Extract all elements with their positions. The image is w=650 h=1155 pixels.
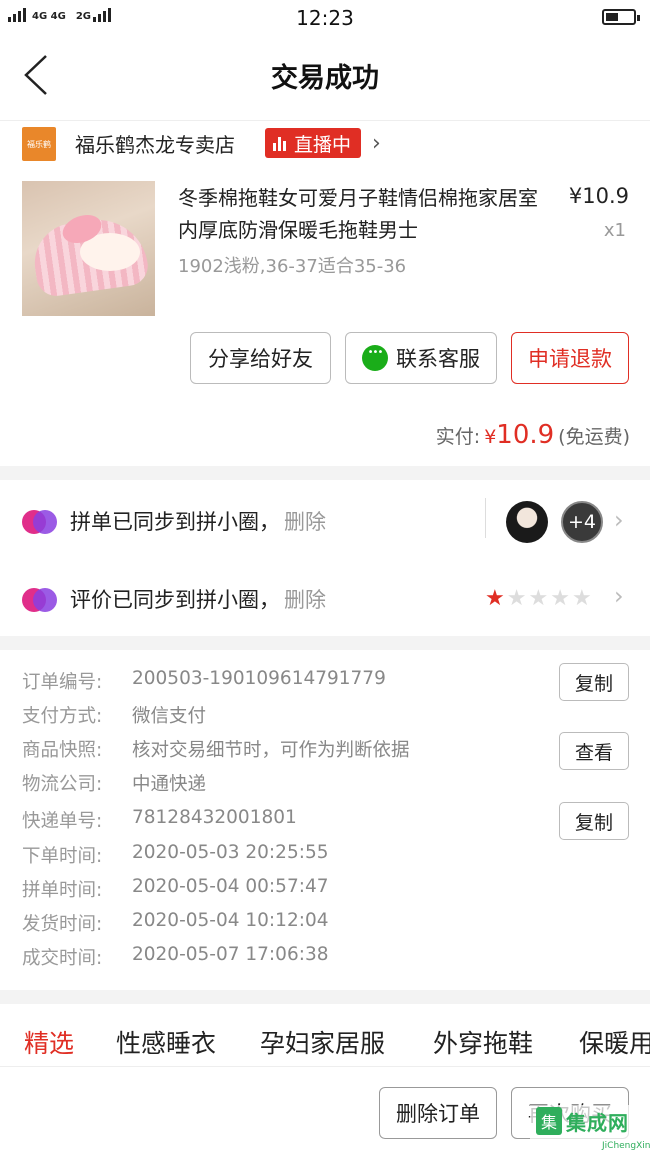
payment-currency: ¥ [484,426,497,448]
deal-time-row: 成交时间: 2020-05-07 17:06:38 [22,944,328,974]
product-quantity: x1 [603,220,626,241]
share-button[interactable]: 分享给好友 [190,332,331,384]
info-key: 商品快照: [22,740,103,761]
star-icon: ★ [550,586,570,611]
product-image[interactable] [22,181,155,316]
info-key: 发货时间: [22,914,103,935]
shop-logo: 福乐鹤 [22,127,56,161]
review-sync-text: 评价已同步到拼小圈， 删除 [70,584,326,614]
logistics-company-row: 物流公司: 中通快递 [22,770,206,800]
group-sync-delete[interactable]: 删除 [284,510,326,534]
live-label: 直播中 [294,133,352,156]
info-key: 成交时间: [22,948,103,969]
product-title[interactable]: 冬季棉拖鞋女可爱月子鞋情侣棉拖家居室内厚底防滑保暖毛拖鞋男士 [178,182,548,246]
watermark-name: 集成网 [566,1111,629,1135]
live-badge[interactable]: 直播中 [265,128,362,158]
copy-order-number-button[interactable]: 复制 [559,663,629,701]
group-time-row: 拼单时间: 2020-05-04 00:57:47 [22,876,328,906]
nav-bar: 交易成功 [0,40,650,110]
tab-warm[interactable]: 保暖用 [579,1024,650,1060]
chevron-right-icon[interactable]: › [614,506,624,534]
logistics-company: 中通快递 [132,774,207,795]
snapshot-hint: 核对交易细节时，可作为判断依据 [132,740,410,761]
status-bar: 4G 4G 2G 12:23 [0,0,650,34]
wechat-chat-icon [362,345,388,371]
contact-service-button[interactable]: 联系客服 [345,332,497,384]
info-key: 订单编号: [22,672,103,693]
order-number: 200503-190109614791779 [132,668,386,689]
rating-stars: ★ ★ ★ ★ ★ [485,586,592,611]
star-icon: ★ [528,586,549,611]
clock: 12:23 [296,6,354,30]
payment-method-row: 支付方式: 微信支付 [22,702,206,732]
watermark: 集 集成网 JiChengXin.com [530,1105,650,1155]
section-divider [0,466,650,480]
section-divider [0,990,650,1004]
tracking-number: 78128432001801 [132,807,297,828]
tab-sleepwear[interactable]: 性感睡衣 [116,1024,216,1060]
tab-slippers[interactable]: 外穿拖鞋 [433,1024,533,1060]
more-members-badge[interactable]: +4 [561,501,603,543]
star-icon: ★ [571,586,592,611]
ship-time: 2020-05-04 10:12:04 [132,910,329,931]
review-sync-delete[interactable]: 删除 [284,588,326,612]
order-time-row: 下单时间: 2020-05-03 20:25:55 [22,842,328,872]
group-sync-label: 拼单已同步到拼小圈， [70,510,280,534]
review-sync-row[interactable]: 评价已同步到拼小圈， 删除 ★ ★ ★ ★ ★ › [0,570,650,630]
view-snapshot-button[interactable]: 查看 [559,732,629,770]
copy-tracking-button[interactable]: 复制 [559,802,629,840]
payment-amount: 10.9 [496,420,555,450]
group-time: 2020-05-04 00:57:47 [132,876,329,897]
info-key: 支付方式: [22,706,103,727]
pinxiaoquan-icon [22,510,58,536]
info-key: 下单时间: [22,846,103,867]
star-icon: ★ [485,586,505,611]
review-sync-label: 评价已同步到拼小圈， [70,588,280,612]
product-price: ¥10.9 [568,184,629,208]
delete-order-button[interactable]: 删除订单 [379,1087,497,1139]
product-spec: 1902浅粉,36-37适合35-36 [178,256,407,277]
info-key: 物流公司: [22,774,103,795]
shipping-note: (免运费) [558,426,630,448]
chevron-right-icon[interactable]: › [614,582,624,610]
ship-time-row: 发货时间: 2020-05-04 10:12:04 [22,910,328,940]
shop-header[interactable]: 福乐鹤 福乐鹤杰龙专卖店 直播中 › [0,120,650,166]
payment-method: 微信支付 [132,706,207,727]
tab-maternity[interactable]: 孕妇家居服 [260,1024,385,1060]
snapshot-row: 商品快照: 核对交易细节时，可作为判断依据 [22,736,410,766]
star-icon: ★ [506,586,527,611]
vertical-separator [485,498,486,538]
page-title: 交易成功 [271,63,379,94]
battery-icon [602,9,640,25]
contact-service-label: 联系客服 [396,347,480,371]
order-time: 2020-05-03 20:25:55 [132,842,329,863]
payment-total: 实付: ¥ 10.9 (免运费) [436,420,630,450]
section-divider [0,636,650,650]
group-sync-row[interactable]: 拼单已同步到拼小圈， 删除 +4 › [0,492,650,552]
deal-time: 2020-05-07 17:06:38 [132,944,329,965]
chevron-right-icon[interactable]: › [372,131,381,156]
live-bars-icon [273,135,286,151]
watermark-logo: 集 [536,1107,562,1135]
recommend-tabs: 精选 性感睡衣 孕妇家居服 外穿拖鞋 保暖用 [0,1020,650,1066]
shop-name[interactable]: 福乐鹤杰龙专卖店 [75,129,235,158]
order-number-row: 订单编号: 200503-190109614791779 [22,668,386,698]
group-sync-text: 拼单已同步到拼小圈， 删除 [70,506,326,536]
info-key: 拼单时间: [22,880,103,901]
tab-featured[interactable]: 精选 [24,1024,74,1060]
avatar[interactable] [506,501,548,543]
info-key: 快递单号: [22,811,103,832]
pinxiaoquan-icon [22,588,58,614]
watermark-url: JiChengXin.com [602,1141,650,1151]
refund-button[interactable]: 申请退款 [511,332,629,384]
payment-label: 实付: [435,426,481,448]
tracking-number-row: 快递单号: 78128432001801 [22,807,297,837]
